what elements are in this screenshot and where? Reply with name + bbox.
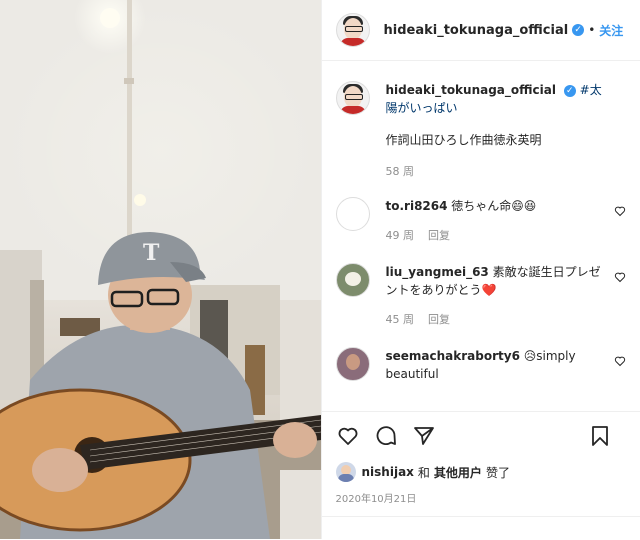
comment-text: 徳ちゃん命😄😆 [451,199,536,213]
like-others[interactable]: 其他用户 [434,464,482,481]
comment-username[interactable]: seemachakraborty6 [386,349,520,363]
caption-username[interactable]: hideaki_tokunaga_official [386,83,556,97]
comment-bubble-icon[interactable] [374,424,398,448]
likes-summary: nishijax 和 其他用户 赞了 [336,462,510,482]
avatar[interactable] [336,347,370,381]
reply-button[interactable]: 回复 [428,313,450,326]
svg-text:T: T [143,240,160,266]
add-comment-bar[interactable] [322,516,640,540]
bookmark-icon[interactable] [588,424,612,448]
list-item: to.ri8264 徳ちゃん命😄😆 49 周回复 [336,197,627,245]
comment-time[interactable]: 45 周 [386,313,415,326]
caption-text: 作詞山田ひろし作曲徳永英明 [386,131,607,149]
follow-button[interactable]: 关注 [599,22,623,39]
header-username[interactable]: hideaki_tokunaga_official [384,23,569,38]
avatar[interactable] [336,263,370,297]
post-header: hideaki_tokunaga_official ✓ • 关注 [322,0,640,61]
action-bar [322,411,640,460]
list-item: liu_yangmei_63 素敵な誕生日プレゼントをありがとう❤️ 45 周回… [336,263,627,329]
heart-icon[interactable] [614,205,626,217]
separator-dot: • [588,23,595,37]
comments-list[interactable]: hideaki_tokunaga_official ✓ #太陽がいっぱい 作詞山… [322,61,640,411]
caption-time[interactable]: 58 周 [386,165,415,178]
paper-plane-icon[interactable] [412,424,436,448]
heart-icon[interactable] [614,355,626,367]
heart-icon[interactable] [336,424,360,448]
comment-username[interactable]: liu_yangmei_63 [386,265,489,279]
guitarist-photo: T [0,0,321,539]
verified-badge-icon: ✓ [572,24,584,36]
like-suffix: 赞了 [486,464,510,481]
heart-icon[interactable] [614,271,626,283]
avatar[interactable] [336,81,370,115]
avatar[interactable] [336,13,370,47]
verified-badge-icon: ✓ [564,85,576,97]
like-user[interactable]: nishijax [362,465,414,479]
post-media[interactable]: T [0,0,321,539]
list-item: seemachakraborty6 😥simply beautiful [336,347,627,383]
reply-button[interactable]: 回复 [428,229,450,242]
comment-username[interactable]: to.ri8264 [386,199,448,213]
like-conj: 和 [418,464,430,481]
post-panel: hideaki_tokunaga_official ✓ • 关注 hideaki… [321,0,640,539]
avatar[interactable] [336,462,356,482]
post-date[interactable]: 2020年10月21日 [336,490,417,505]
caption: hideaki_tokunaga_official ✓ #太陽がいっぱい 作詞山… [336,81,627,181]
comment-time[interactable]: 49 周 [386,229,415,242]
avatar[interactable] [336,197,370,231]
